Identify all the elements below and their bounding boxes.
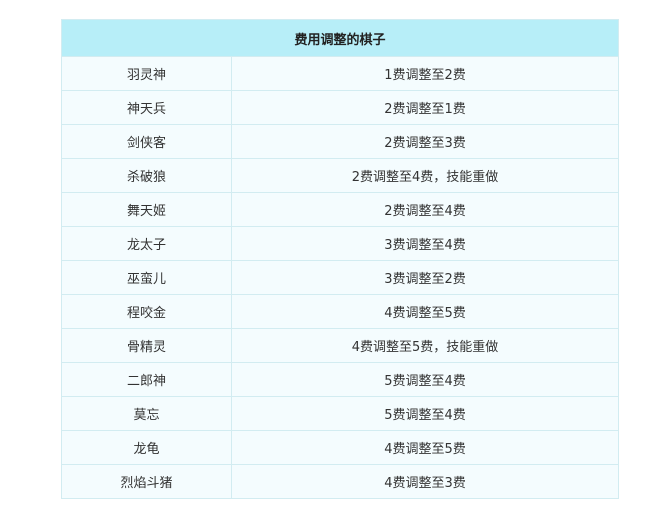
table-row: 杀破狼 2费调整至4费，技能重做 <box>61 158 620 193</box>
cost-change-cell: 5费调整至4费 <box>230 396 620 431</box>
piece-name-cell: 巫蛮儿 <box>61 260 232 295</box>
piece-name-cell: 莫忘 <box>61 396 232 431</box>
table-row: 二郎神 5费调整至4费 <box>61 362 620 397</box>
cost-change-cell: 3费调整至4费 <box>230 226 620 261</box>
cost-change-cell: 4费调整至5费 <box>230 430 620 465</box>
table-row: 程咬金 4费调整至5费 <box>61 294 620 329</box>
cost-change-cell: 2费调整至4费，技能重做 <box>230 158 620 193</box>
table-row: 莫忘 5费调整至4费 <box>61 396 620 431</box>
piece-name-cell: 骨精灵 <box>61 328 232 363</box>
cost-change-cell: 4费调整至5费，技能重做 <box>230 328 620 363</box>
piece-name-cell: 烈焰斗猪 <box>61 464 232 499</box>
piece-name-cell: 程咬金 <box>61 294 232 329</box>
piece-name-cell: 二郎神 <box>61 362 232 397</box>
cost-change-cell: 1费调整至2费 <box>230 56 620 91</box>
cost-change-cell: 5费调整至4费 <box>230 362 620 397</box>
table-row: 龙太子 3费调整至4费 <box>61 226 620 261</box>
piece-name-cell: 舞天姬 <box>61 192 232 227</box>
cost-change-cell: 3费调整至2费 <box>230 260 620 295</box>
table-title: 费用调整的棋子 <box>60 19 620 57</box>
piece-name-cell: 龙太子 <box>61 226 232 261</box>
piece-name-cell: 羽灵神 <box>61 56 232 91</box>
piece-name-cell: 龙龟 <box>61 430 232 465</box>
piece-name-cell: 神天兵 <box>61 90 232 125</box>
piece-name-cell: 剑侠客 <box>61 124 232 159</box>
table-row: 巫蛮儿 3费调整至2费 <box>61 260 620 295</box>
cost-change-cell: 4费调整至3费 <box>230 464 620 499</box>
table-row: 剑侠客 2费调整至3费 <box>61 124 620 159</box>
piece-name-cell: 杀破狼 <box>61 158 232 193</box>
cost-change-cell: 2费调整至3费 <box>230 124 620 159</box>
table-header-row: 费用调整的棋子 <box>60 19 620 57</box>
cost-change-cell: 4费调整至5费 <box>230 294 620 329</box>
cost-change-cell: 2费调整至4费 <box>230 192 620 227</box>
table-row: 烈焰斗猪 4费调整至3费 <box>61 464 620 499</box>
cost-adjustment-table-container: 费用调整的棋子 羽灵神 1费调整至2费 神天兵 2费调整至1费 剑侠客 2费调整… <box>60 19 620 499</box>
table-row: 羽灵神 1费调整至2费 <box>61 56 620 91</box>
table-row: 舞天姬 2费调整至4费 <box>61 192 620 227</box>
cost-adjustment-table: 费用调整的棋子 羽灵神 1费调整至2费 神天兵 2费调整至1费 剑侠客 2费调整… <box>60 19 620 499</box>
table-row: 龙龟 4费调整至5费 <box>61 430 620 465</box>
table-row: 骨精灵 4费调整至5费，技能重做 <box>61 328 620 363</box>
table-row: 神天兵 2费调整至1费 <box>61 90 620 125</box>
cost-change-cell: 2费调整至1费 <box>230 90 620 125</box>
